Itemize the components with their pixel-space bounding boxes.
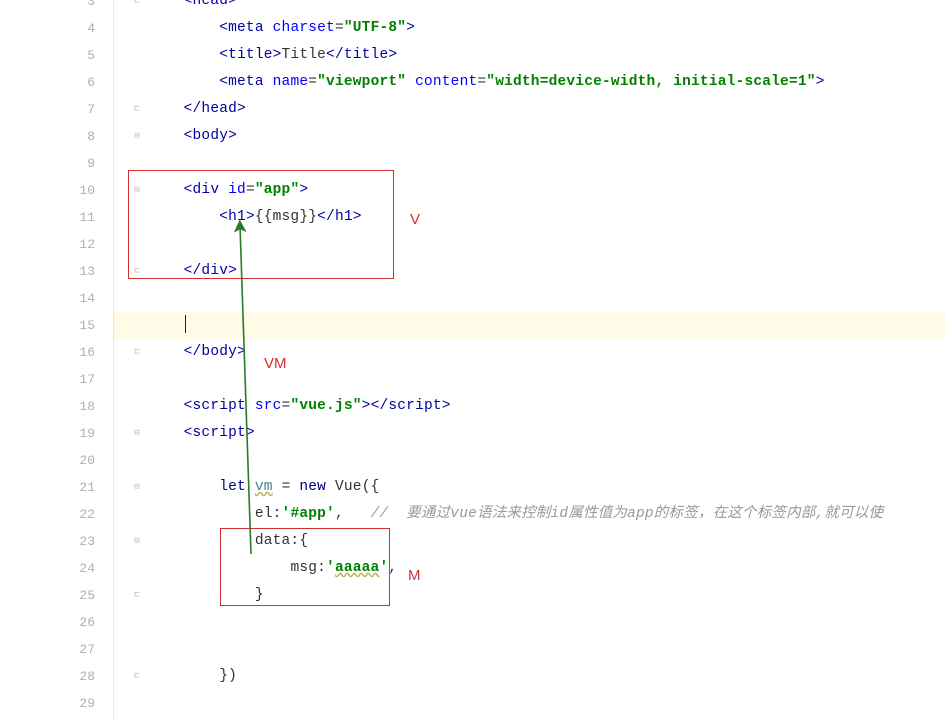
code-line[interactable]: data:{ xyxy=(114,528,945,555)
code-line[interactable]: <head> xyxy=(114,0,945,15)
line-number: 21 xyxy=(0,474,113,501)
line-number: 22 xyxy=(0,501,113,528)
fold-close-icon[interactable]: ⊏ xyxy=(132,671,142,681)
line-number: 29 xyxy=(0,690,113,717)
line-number: 10 xyxy=(0,177,113,204)
code-line[interactable]: msg:'aaaaa', xyxy=(114,555,945,582)
line-number: 16 xyxy=(0,339,113,366)
code-line[interactable]: <title>Title</title> xyxy=(114,42,945,69)
fold-close-icon[interactable]: ⊏ xyxy=(132,104,142,114)
code-line[interactable] xyxy=(114,636,945,663)
line-number: 11 xyxy=(0,204,113,231)
fold-open-icon[interactable]: ⊟ xyxy=(132,536,142,546)
line-number: 27 xyxy=(0,636,113,663)
fold-open-icon[interactable]: ⊟ xyxy=(132,185,142,195)
line-number: 20 xyxy=(0,447,113,474)
line-number: 6 xyxy=(0,69,113,96)
line-number: 17 xyxy=(0,366,113,393)
code-line[interactable]: </head> xyxy=(114,96,945,123)
code-line[interactable]: el:'#app', // 要通过vue语法来控制id属性值为app的标签，在这… xyxy=(114,501,945,528)
code-line[interactable] xyxy=(114,312,945,339)
code-line[interactable] xyxy=(114,447,945,474)
code-line[interactable]: <div id="app"> xyxy=(114,177,945,204)
code-line[interactable] xyxy=(114,609,945,636)
code-line[interactable] xyxy=(114,231,945,258)
fold-close-icon[interactable]: ⊏ xyxy=(132,0,142,6)
code-line[interactable]: } xyxy=(114,582,945,609)
line-number: 7 xyxy=(0,96,113,123)
line-number: 9 xyxy=(0,150,113,177)
code-line[interactable] xyxy=(114,366,945,393)
line-number: 12 xyxy=(0,231,113,258)
code-line[interactable]: </body> xyxy=(114,339,945,366)
code-line[interactable]: }) xyxy=(114,663,945,690)
code-line[interactable]: <h1>{{msg}}</h1> xyxy=(114,204,945,231)
line-number: 13 xyxy=(0,258,113,285)
code-line[interactable]: </div> xyxy=(114,258,945,285)
line-number: 5 xyxy=(0,42,113,69)
code-editor[interactable]: 3456789101112131415161718192021222324252… xyxy=(0,0,945,720)
code-line[interactable] xyxy=(114,150,945,177)
line-number: 28 xyxy=(0,663,113,690)
code-line[interactable]: <script> xyxy=(114,420,945,447)
line-number: 15 xyxy=(0,312,113,339)
code-line[interactable]: let vm = new Vue({ xyxy=(114,474,945,501)
line-number: 3 xyxy=(0,0,113,15)
line-number: 8 xyxy=(0,123,113,150)
line-number: 4 xyxy=(0,15,113,42)
fold-close-icon[interactable]: ⊏ xyxy=(132,590,142,600)
line-number: 23 xyxy=(0,528,113,555)
fold-open-icon[interactable]: ⊟ xyxy=(132,428,142,438)
line-number: 25 xyxy=(0,582,113,609)
fold-close-icon[interactable]: ⊏ xyxy=(132,347,142,357)
code-line[interactable]: <meta name="viewport" content="width=dev… xyxy=(114,69,945,96)
fold-open-icon[interactable]: ⊟ xyxy=(132,482,142,492)
code-line[interactable]: <script src="vue.js"></script> xyxy=(114,393,945,420)
code-line[interactable]: <body> xyxy=(114,123,945,150)
code-line[interactable] xyxy=(114,285,945,312)
line-number: 26 xyxy=(0,609,113,636)
line-number: 14 xyxy=(0,285,113,312)
code-area[interactable]: <head>⊏ <meta charset="UTF-8"> <title>Ti… xyxy=(114,0,945,720)
fold-open-icon[interactable]: ⊟ xyxy=(132,131,142,141)
line-number-gutter: 3456789101112131415161718192021222324252… xyxy=(0,0,114,720)
fold-close-icon[interactable]: ⊏ xyxy=(132,266,142,276)
line-number: 19 xyxy=(0,420,113,447)
line-number: 18 xyxy=(0,393,113,420)
code-line[interactable]: <meta charset="UTF-8"> xyxy=(114,15,945,42)
code-line[interactable] xyxy=(114,690,945,717)
line-number: 24 xyxy=(0,555,113,582)
